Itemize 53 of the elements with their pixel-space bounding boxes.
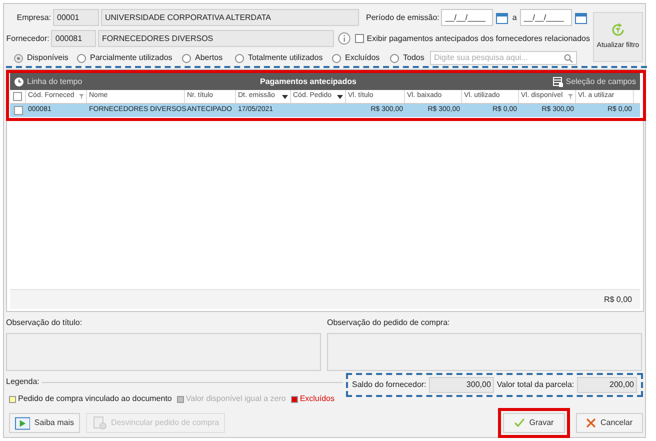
field-label: Empresa: (16, 12, 51, 24)
help-button[interactable]: Saiba mais (9, 413, 80, 433)
checkbox-label: Exibir pagamentos antecipados dos fornecedores relacionados (366, 32, 590, 44)
code-field[interactable]: 000081 (51, 30, 96, 47)
name-field[interactable]: UNIVERSIDADE CORPORATIVA ALTERDATA (101, 9, 359, 26)
field-label: Observação do pedido de compra: (327, 317, 451, 329)
calendar-icon (574, 12, 587, 24)
search-placeholder: Digite sua pesquisa aqui... (434, 52, 528, 64)
row-checkbox[interactable] (14, 106, 22, 115)
refresh-filter-icon (610, 22, 626, 38)
radio-label: Excluídos (345, 52, 380, 64)
field-label: Fornecedor: (6, 32, 50, 44)
checkbox[interactable] (355, 34, 364, 43)
search-icon (564, 54, 573, 62)
info-icon (338, 32, 351, 45)
name-field[interactable]: FORNECEDORES DIVERSOS (98, 30, 334, 47)
separator-text: a (512, 12, 517, 24)
play-icon (15, 416, 30, 430)
value-field[interactable]: 300,00 (429, 377, 494, 393)
clock-icon (14, 76, 24, 86)
radio-label: Todos (403, 52, 424, 64)
legend-label: Legenda: (6, 376, 40, 388)
close-icon (586, 418, 596, 428)
field-label: Período de emissão: (366, 12, 440, 24)
field-label: Saldo do fornecedor: (352, 379, 426, 391)
filter-icon (79, 94, 84, 99)
check-icon (514, 418, 526, 428)
save-button[interactable]: Gravar (503, 413, 565, 433)
field-selection-icon (552, 76, 563, 86)
timeline-link[interactable]: Linha do tempo (27, 76, 82, 88)
cancel-button[interactable]: Cancelar (576, 413, 643, 433)
grid-title: Pagamentos antecipados (260, 76, 356, 88)
code-field[interactable]: 00001 (53, 9, 99, 26)
field-label: Valor total da parcela: (496, 379, 574, 391)
document-icon (92, 416, 107, 430)
sort-down-icon (282, 94, 288, 98)
legend-text: Valor disponível igual a zero (186, 393, 286, 405)
sort-down-icon (337, 94, 343, 98)
header-checkbox[interactable] (13, 92, 22, 101)
calendar-icon (496, 12, 508, 24)
field-selection-link[interactable]: Seleção de campos (566, 76, 636, 88)
radio-label: Disponíveis (27, 52, 68, 64)
footer-total: R$ 0,00 (604, 294, 632, 306)
date-field[interactable]: __/__/____ (441, 9, 494, 26)
radio-label: Abertos (195, 52, 223, 64)
legend-text: Pedido de compra vinculado ao documento (18, 393, 172, 405)
legend-text: Excluídos (300, 393, 334, 405)
value-field[interactable]: 200,00 (577, 377, 637, 393)
date-field[interactable]: __/__/____ (520, 9, 572, 26)
radio-label: Totalmente utilizados (248, 52, 323, 64)
radio-label: Parcialmente utilizados (90, 52, 172, 64)
field-label: Observação do título: (6, 317, 84, 329)
filter-icon (568, 94, 573, 99)
